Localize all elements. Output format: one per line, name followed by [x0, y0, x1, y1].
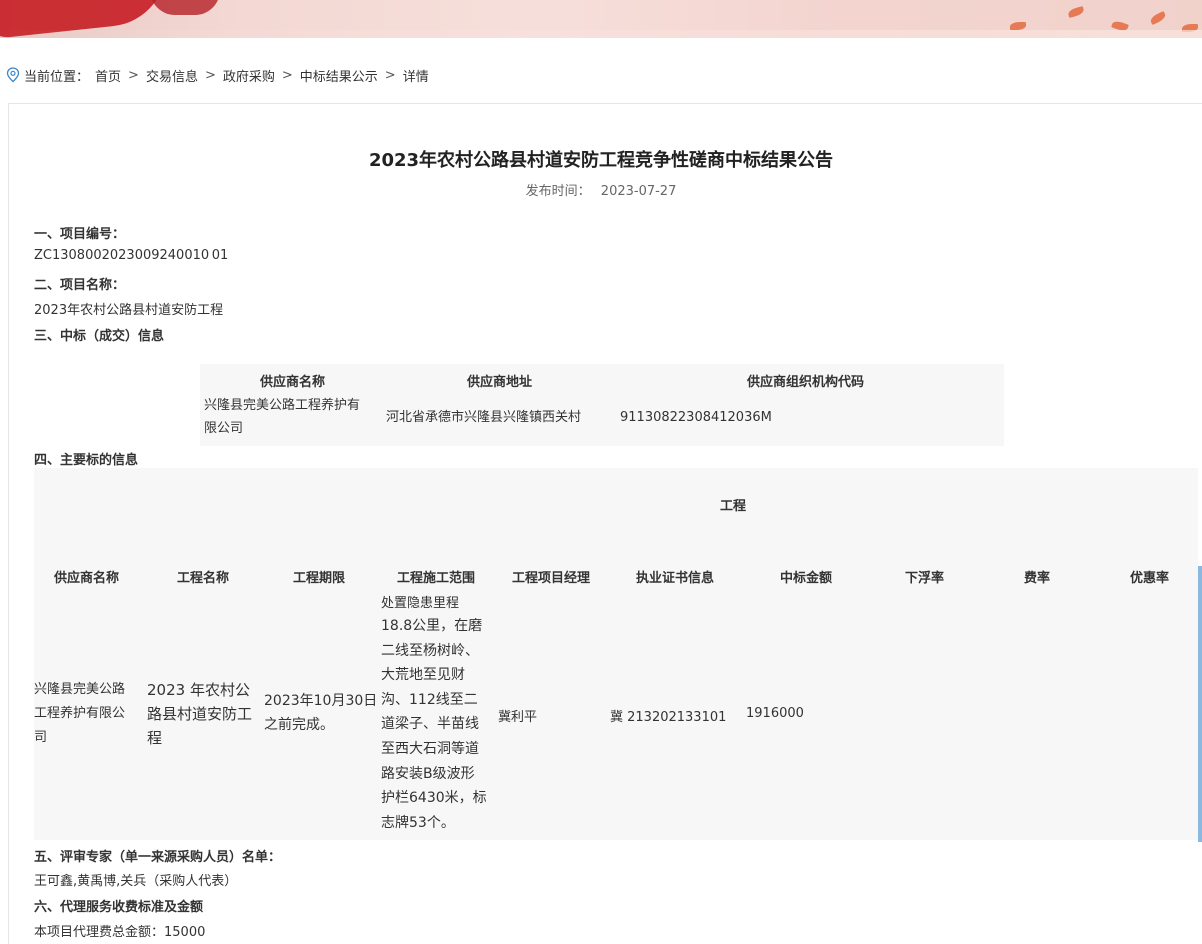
- breadcrumb-separator: >: [204, 67, 216, 83]
- breadcrumb-link-award-notice[interactable]: 中标结果公示: [300, 66, 378, 85]
- subject-supplier-line: 司: [34, 730, 48, 745]
- subject-term: 2023年10月30日 之前完成。: [264, 689, 377, 737]
- subject-scope-line: 道梁子、半苗线: [381, 716, 479, 733]
- banner-bird-decoration: [1067, 6, 1085, 18]
- project-number-value: ZC1308002023009240010 01: [34, 248, 229, 263]
- subject-project-line: 路县村道安防工: [147, 705, 253, 723]
- subject-scope-line: 志牌53个。: [381, 814, 455, 831]
- table-scroll-edge: [1198, 566, 1202, 842]
- winner-code: 91130822308412036M: [620, 410, 772, 425]
- subject-manager: 冀利平: [498, 710, 538, 725]
- section-heading-project-number: 一、项目编号：: [34, 227, 126, 242]
- subject-table-header: 执业证书信息: [636, 571, 715, 586]
- publish-time-value: 2023-07-27: [600, 184, 677, 199]
- breadcrumb-separator: >: [281, 67, 293, 83]
- banner-ribbon-decoration: [150, 0, 220, 15]
- banner-fade: [0, 30, 1202, 38]
- subject-table-header: 优惠率: [1130, 571, 1170, 586]
- winner-name-line: 兴隆县完美公路工程养护有: [204, 398, 361, 413]
- subject-table-header: 工程施工范围: [397, 571, 476, 586]
- subject-table-header: 费率: [1024, 571, 1051, 586]
- winner-table-header-code: 供应商组织机构代码: [747, 375, 865, 390]
- subject-project-name: 2023 年农村公 路县村道安防工 程: [147, 678, 252, 750]
- subject-table-group-label: 工程: [720, 499, 747, 514]
- subject-project-line: 程: [147, 729, 163, 747]
- banner-bird-decoration: [1010, 22, 1026, 30]
- section-heading-agency-fee: 六、代理服务收费标准及金额: [34, 900, 204, 915]
- subject-cert: 冀 213202133101: [610, 710, 727, 725]
- subject-scope-line: 沟、112线至二: [381, 691, 478, 708]
- subject-table-header: 工程期限: [293, 571, 346, 586]
- winner-table: 供应商名称 供应商地址 供应商组织机构代码 兴隆县完美公路工程养护有 限公司 河…: [200, 364, 1004, 446]
- winner-name-line: 限公司: [204, 421, 244, 436]
- subject-table-header: 中标金额: [780, 571, 833, 586]
- location-pin-icon: [6, 67, 20, 83]
- subject-scope-line: 18.8公里，在磨: [381, 618, 483, 634]
- banner-bird-decoration: [1149, 10, 1167, 26]
- breadcrumb-link-trade-info[interactable]: 交易信息: [146, 66, 198, 85]
- winner-table-header-address: 供应商地址: [467, 375, 533, 390]
- subject-scope: 18.8公里，在磨 二线至杨树岭、 大荒地至见财 沟、112线至二 道梁子、半苗…: [381, 614, 497, 835]
- breadcrumb-link-home[interactable]: 首页: [95, 66, 121, 85]
- subject-table-header: 供应商名称: [54, 571, 120, 586]
- breadcrumb-link-gov-procurement[interactable]: 政府采购: [223, 66, 275, 85]
- publish-time: 发布时间： 2023-07-27: [0, 180, 1202, 199]
- breadcrumb-current: 详情: [402, 69, 429, 85]
- section-heading-award-info: 三、中标（成交）信息: [34, 329, 165, 344]
- breadcrumb-separator: >: [128, 67, 139, 83]
- section-heading-project-name: 二、项目名称：: [34, 278, 126, 293]
- subject-supplier-name: 兴隆县完美公路 工程养护有限公 司: [34, 678, 125, 750]
- subject-table-header: 工程项目经理: [512, 571, 591, 586]
- page-title: 2023年农村公路县村道安防工程竞争性磋商中标结果公告: [368, 150, 834, 171]
- section-heading-experts: 五、评审专家（单一来源采购人员）名单：: [34, 850, 282, 865]
- winner-address: 河北省承德市兴隆县兴隆镇西关村: [386, 410, 582, 425]
- breadcrumb-prefix: 当前位置：: [24, 69, 90, 85]
- winner-name: 兴隆县完美公路工程养护有 限公司: [204, 394, 360, 440]
- experts-value: 王可鑫,黄禹博,关兵（采购人代表）: [34, 874, 238, 889]
- subject-amount: 1916000: [746, 706, 804, 721]
- subject-scope-line: 二线至杨树岭、: [381, 642, 479, 659]
- subject-scope-line: 大荒地至见财: [381, 667, 465, 684]
- breadcrumb-separator: >: [384, 67, 396, 83]
- section-heading-subject-info: 四、主要标的信息: [34, 453, 139, 468]
- project-name-value: 2023年农村公路县村道安防工程: [34, 303, 224, 318]
- breadcrumb: 当前位置： 首页 > 交易信息 > 政府采购 > 中标结果公示 > 详情: [6, 64, 429, 86]
- subject-table: 工程 供应商名称 工程名称 工程期限 工程施工范围 工程项目经理 执业证书信息 …: [34, 468, 1202, 842]
- subject-scope-first-line: 处置隐患里程: [381, 596, 460, 611]
- subject-supplier-line: 工程养护有限公: [34, 706, 126, 721]
- header-banner: [0, 0, 1202, 38]
- winner-table-header-name: 供应商名称: [260, 375, 326, 390]
- subject-term-line: 之前完成。: [264, 717, 334, 733]
- subject-scope-line: 路安装B级波形: [381, 765, 475, 782]
- publish-time-label: 发布时间：: [525, 184, 591, 199]
- subject-term-line: 2023年10月30日: [264, 693, 378, 709]
- subject-project-line: 2023 年农村公: [147, 681, 250, 699]
- subject-supplier-line: 兴隆县完美公路: [34, 682, 126, 697]
- subject-scope-line: 至西大石洞等道: [381, 740, 479, 757]
- subject-table-header: 下浮率: [905, 571, 945, 586]
- subject-table-header: 工程名称: [177, 571, 230, 586]
- agency-fee-value: 本项目代理费总金额：15000: [34, 925, 206, 940]
- subject-scope-line: 护栏6430米，标: [381, 790, 487, 807]
